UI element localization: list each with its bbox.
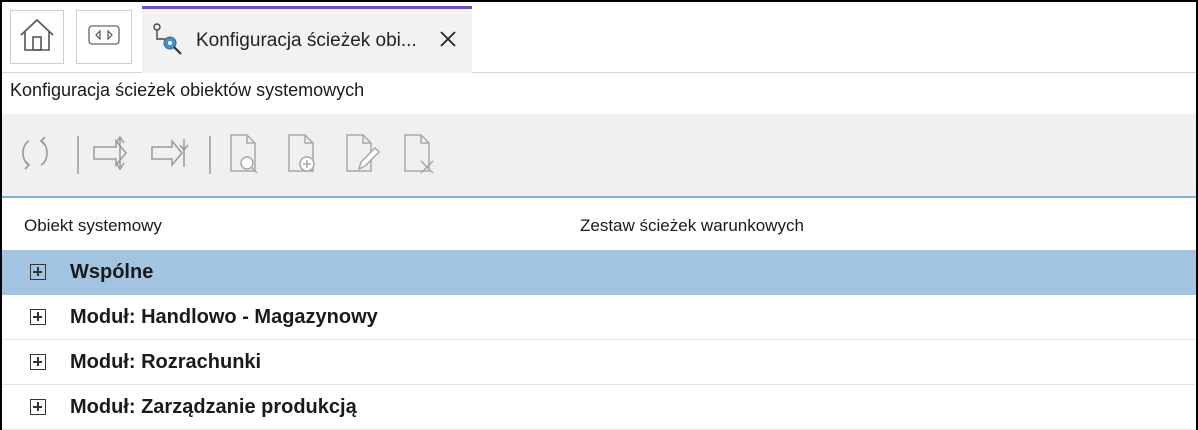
row-label: Moduł: Handlowo - Magazynowy bbox=[70, 305, 378, 328]
document-add-icon bbox=[283, 131, 323, 180]
document-preview-icon bbox=[225, 131, 265, 180]
row-label: Moduł: Rozrachunki bbox=[70, 350, 262, 373]
toolbar bbox=[2, 114, 1196, 198]
expand-icon[interactable] bbox=[30, 399, 46, 415]
expand-all-button[interactable] bbox=[90, 132, 136, 178]
refresh-icon bbox=[15, 133, 55, 178]
tab-bar: Konfiguracja ścieżek obi... bbox=[2, 2, 1196, 73]
tree-row-zarzadzanie-produkcja[interactable]: Moduł: Zarządzanie produkcją bbox=[2, 385, 1196, 430]
preview-button[interactable] bbox=[222, 132, 268, 178]
home-button[interactable] bbox=[10, 10, 64, 64]
home-icon bbox=[18, 17, 56, 58]
tree-row-rozrachunki[interactable]: Moduł: Rozrachunki bbox=[2, 340, 1196, 385]
row-label: Wspólne bbox=[70, 260, 154, 283]
expand-icon[interactable] bbox=[30, 264, 46, 280]
row-label: Moduł: Zarządzanie produkcją bbox=[70, 395, 357, 418]
close-icon bbox=[438, 29, 458, 54]
window: Konfiguracja ścieżek obi... Konfiguracja… bbox=[0, 0, 1198, 430]
tab-konfiguracja[interactable]: Konfiguracja ścieżek obi... bbox=[142, 6, 472, 73]
page-title: Konfiguracja ścieżek obiektów systemowyc… bbox=[10, 80, 365, 100]
document-delete-icon bbox=[399, 131, 439, 180]
expand-icon[interactable] bbox=[30, 309, 46, 325]
tab-close-button[interactable] bbox=[434, 27, 462, 55]
tab-title: Konfiguracja ścieżek obi... bbox=[196, 30, 417, 51]
delete-button[interactable] bbox=[396, 132, 442, 178]
refresh-button[interactable] bbox=[12, 132, 58, 178]
toolbar-separator bbox=[209, 136, 211, 174]
tree-row-wspolne[interactable]: Wspólne bbox=[2, 250, 1196, 295]
left-right-arrows-icon bbox=[87, 23, 121, 52]
column-header-zestaw[interactable]: Zestaw ścieżek warunkowych bbox=[580, 216, 804, 236]
navigation-button[interactable] bbox=[76, 10, 132, 64]
collapse-all-button[interactable] bbox=[148, 132, 194, 178]
expand-icon[interactable] bbox=[30, 354, 46, 370]
grid-header: Obiekt systemowy Zestaw ścieżek warunkow… bbox=[2, 200, 1196, 250]
expand-all-icon bbox=[90, 133, 136, 178]
document-edit-icon bbox=[341, 131, 381, 180]
toolbar-separator bbox=[77, 136, 79, 174]
path-config-icon bbox=[150, 21, 186, 62]
collapse-all-icon bbox=[148, 133, 194, 178]
edit-button[interactable] bbox=[338, 132, 384, 178]
column-header-obiekt[interactable]: Obiekt systemowy bbox=[24, 216, 162, 236]
add-button[interactable] bbox=[280, 132, 326, 178]
tree-row-handlowo-magazynowy[interactable]: Moduł: Handlowo - Magazynowy bbox=[2, 295, 1196, 340]
